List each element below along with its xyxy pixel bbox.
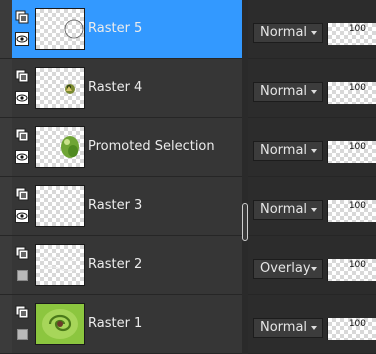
eye-icon[interactable] (15, 32, 29, 46)
opacity-slider[interactable]: 100 (327, 141, 376, 163)
layer-thumbnail[interactable] (35, 244, 85, 286)
blend-mode-dropdown[interactable]: Normal (253, 23, 323, 43)
chevron-down-icon (311, 208, 317, 212)
layer-name[interactable]: Raster 4 (88, 80, 142, 95)
blend-mode-dropdown[interactable]: Overlay (253, 259, 323, 279)
opacity-slider[interactable]: 100 (327, 200, 376, 222)
layer-properties-row: Normal 100 (248, 177, 376, 236)
opacity-value: 100 (348, 142, 366, 152)
layer-row[interactable]: Raster 2 (0, 236, 242, 295)
blend-mode-dropdown[interactable]: Normal (253, 200, 323, 220)
layer-thumbnail[interactable] (35, 67, 85, 109)
layer-properties-row: Overlay 100 (248, 236, 376, 295)
layer-group-icon[interactable] (15, 246, 29, 260)
blend-mode-dropdown[interactable]: Normal (253, 141, 323, 161)
layer-group-icon[interactable] (15, 305, 29, 319)
layer-row[interactable]: Raster 1 (0, 295, 242, 354)
opacity-value: 100 (348, 201, 366, 211)
layer-name[interactable]: Raster 2 (88, 257, 142, 272)
opacity-slider[interactable]: 100 (327, 318, 376, 340)
mask-toggle-icon[interactable] (17, 329, 28, 340)
chevron-down-icon (311, 149, 317, 153)
blend-mode-dropdown[interactable]: Normal (253, 318, 323, 338)
layer-group-icon[interactable] (15, 128, 29, 142)
layer-thumbnail[interactable] (35, 8, 85, 50)
opacity-value: 100 (348, 83, 366, 93)
blend-mode-label: Normal (260, 84, 308, 99)
opacity-value: 100 (348, 260, 366, 270)
layer-properties-row: Normal 100 (248, 295, 376, 354)
blend-mode-dropdown[interactable]: Normal (253, 82, 323, 102)
eye-icon[interactable] (15, 91, 29, 105)
blend-mode-label: Normal (260, 202, 308, 217)
row-gutter (0, 295, 12, 353)
layer-properties-column: Normal 100 Normal 100 Normal 100 Normal 100 Over… (248, 0, 376, 354)
layer-name[interactable]: Raster 3 (88, 198, 142, 213)
layer-name[interactable]: Raster 5 (88, 21, 142, 36)
layer-row[interactable]: Promoted Selection (0, 118, 242, 177)
row-gutter (0, 236, 12, 294)
layer-properties-row: Normal 100 (248, 0, 376, 59)
layer-group-icon[interactable] (15, 10, 29, 24)
row-gutter (0, 118, 12, 176)
layer-thumbnail[interactable] (35, 126, 85, 168)
chevron-down-icon (311, 326, 317, 330)
row-gutter (0, 177, 12, 235)
chevron-down-icon (311, 90, 317, 94)
chevron-down-icon (311, 31, 317, 35)
opacity-value: 100 (348, 24, 366, 34)
blend-mode-label: Normal (260, 143, 308, 158)
blend-mode-label: Overlay (260, 261, 311, 276)
layer-name[interactable]: Promoted Selection (88, 139, 215, 154)
layer-group-icon[interactable] (15, 187, 29, 201)
layer-thumbnail[interactable] (35, 303, 85, 345)
layer-group-icon[interactable] (15, 69, 29, 83)
layers-list: Raster 5 Raster 4 Promoted Selection Raster… (0, 0, 242, 354)
layer-row[interactable]: Raster 5 (0, 0, 242, 59)
layer-properties-row: Normal 100 (248, 118, 376, 177)
layer-properties-row: Normal 100 (248, 59, 376, 118)
layer-row[interactable]: Raster 3 (0, 177, 242, 236)
blend-mode-label: Normal (260, 320, 308, 335)
layer-row[interactable]: Raster 4 (0, 59, 242, 118)
opacity-slider[interactable]: 100 (327, 259, 376, 281)
row-gutter (0, 59, 12, 117)
row-gutter (0, 0, 12, 58)
opacity-slider[interactable]: 100 (327, 82, 376, 104)
opacity-value: 100 (348, 319, 366, 329)
layer-thumbnail[interactable] (35, 185, 85, 227)
layer-name[interactable]: Raster 1 (88, 316, 142, 331)
mask-toggle-icon[interactable] (17, 270, 28, 281)
eye-icon[interactable] (15, 150, 29, 164)
blend-mode-label: Normal (260, 25, 308, 40)
eye-icon[interactable] (15, 209, 29, 223)
opacity-slider[interactable]: 100 (327, 23, 376, 45)
chevron-down-icon (311, 267, 317, 271)
